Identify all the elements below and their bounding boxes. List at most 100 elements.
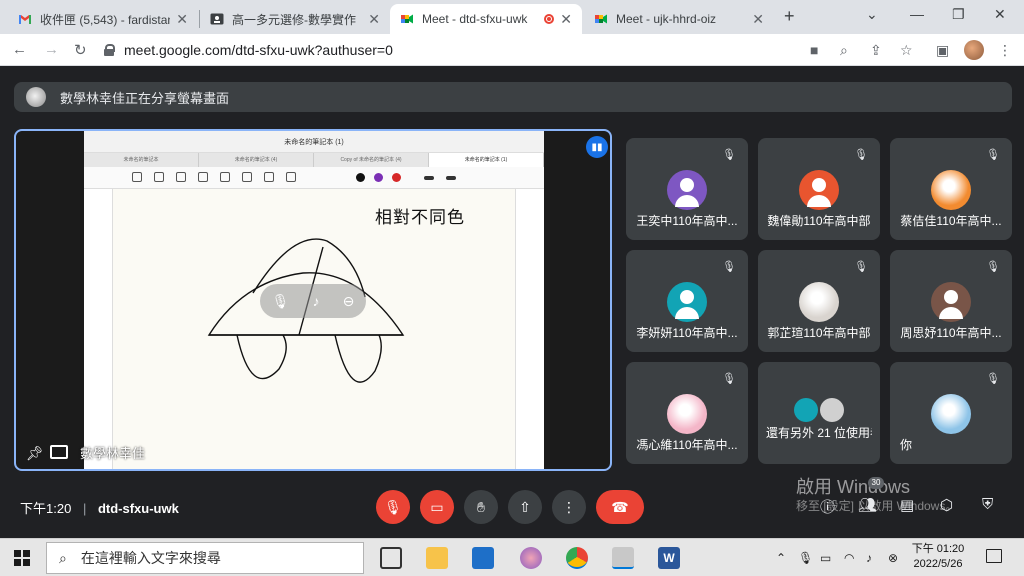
windows-start-icon[interactable] [14, 550, 30, 566]
minimize-icon[interactable]: — [910, 6, 924, 22]
taskbar-search-input[interactable]: ⌕ 在這裡輸入文字來搜尋 [46, 542, 364, 574]
participant-name: 蔡佶佳110年高中... [900, 214, 1002, 228]
close-tab-icon[interactable]: ✕ [560, 11, 572, 28]
people-count-badge: 30 [868, 477, 884, 489]
app-window-icon[interactable] [612, 547, 634, 569]
stroke-width-icon [424, 176, 434, 180]
image-tool-icon [264, 172, 274, 182]
mic-muted-icon: 🎙︎ [986, 373, 1000, 385]
mic-off-icon[interactable]: 🎙︎ [272, 293, 290, 310]
camera-toggle-button[interactable]: ▭ [420, 490, 454, 524]
presentation-tile[interactable]: 未命名的筆記本 (1) 未命名的筆記本 未命名的筆記本 (4) Copy of … [14, 129, 612, 471]
system-clock[interactable]: 下午 01:20 2022/5/26 [906, 542, 970, 572]
avatar [799, 170, 839, 210]
participant-tile[interactable]: 還有另外 21 位使用者 [758, 362, 880, 464]
profile-avatar[interactable] [964, 40, 984, 60]
menu-kebab-icon[interactable]: ⋮ [998, 42, 1012, 59]
battery-icon[interactable]: ▭ [820, 551, 831, 565]
notebook-page: 相對不同色 [112, 189, 516, 469]
participant-name: 郭芷瑄110年高中部 [767, 326, 871, 340]
mail-icon[interactable] [472, 547, 494, 569]
participant-tile[interactable]: 🎙︎ 魏偉勛110年高中部 [758, 138, 880, 240]
participant-tile[interactable]: 🎙︎ 蔡佶佳110年高中... [890, 138, 1012, 240]
avatar [931, 394, 971, 434]
mic-muted-icon: 🎙︎ [854, 261, 868, 273]
gmail-icon [18, 12, 32, 26]
pin-icon[interactable]: 📌︎ [26, 445, 44, 462]
color-black-swatch [356, 173, 365, 182]
bookmark-star-icon[interactable]: ☆ [900, 42, 913, 59]
file-explorer-icon[interactable] [426, 547, 448, 569]
tab-search-icon[interactable]: ⌄ [866, 6, 878, 23]
present-screen-icon: ⇧ [519, 498, 531, 515]
participant-name: 魏偉勛110年高中部 [767, 214, 871, 228]
remove-icon[interactable]: ⊖ [343, 293, 355, 310]
meet-control-bar: 下午1:20 | dtd-sfxu-uwk 🎙︎ ▭ ✋︎ ⇧ ⋮ ☎︎ ⓘ 👥… [0, 477, 1024, 538]
info-icon: ⓘ [820, 499, 836, 516]
avatar [667, 282, 707, 322]
mic-muted-icon: 🎙︎ [722, 373, 736, 385]
close-circle-icon[interactable]: ⊗ [888, 551, 898, 565]
side-panel-icon[interactable]: ▣ [936, 42, 949, 59]
share-icon[interactable]: ⇪ [870, 42, 882, 59]
new-tab-button[interactable]: + [784, 6, 795, 27]
paint-icon[interactable] [520, 547, 542, 569]
volume-icon[interactable]: ♪ [866, 551, 872, 565]
word-icon[interactable]: W [658, 547, 680, 569]
meeting-details-button[interactable]: ⓘ [820, 496, 835, 517]
wifi-icon[interactable]: ◠ [844, 551, 854, 565]
tab-gmail[interactable]: 收件匣 (5,543) - fardistan ✕ [8, 4, 198, 34]
participant-name: 王奕中110年高中... [636, 214, 738, 228]
more-vert-icon: ⋮ [562, 498, 576, 515]
close-tab-icon[interactable]: ✕ [752, 11, 764, 28]
participant-tile[interactable]: 🎙︎ 郭芷瑄110年高中部 [758, 250, 880, 352]
microphone-tray-icon[interactable]: 🎙︎ [798, 551, 813, 565]
tile-hover-controls: 🎙︎ ♪ ⊖ [260, 284, 366, 318]
avatar [667, 170, 707, 210]
tab-meet-active[interactable]: Meet - dtd-sfxu-uwk ✕ [390, 4, 582, 34]
tab-meet-2[interactable]: Meet - ujk-hhrd-oiz ✕ [584, 4, 774, 34]
host-controls-button[interactable]: ⛨ [982, 496, 993, 513]
close-tab-icon[interactable]: ✕ [368, 11, 380, 28]
chrome-icon[interactable] [566, 547, 588, 569]
restore-icon[interactable]: ❐ [952, 6, 965, 23]
show-hidden-icons[interactable]: ⌃ [776, 551, 786, 565]
tab-title: 高一多元選修-數學實作 [232, 12, 356, 27]
close-window-icon[interactable]: ✕ [994, 6, 1006, 23]
participant-tile[interactable]: 🎙︎ 馮心維110年高中... [626, 362, 748, 464]
back-icon[interactable]: ← [12, 41, 27, 58]
forward-icon[interactable]: → [44, 41, 59, 58]
person-icon [667, 282, 707, 322]
participant-tile[interactable]: 🎙︎ 你 [890, 362, 1012, 464]
leave-call-button[interactable]: ☎︎ [596, 490, 644, 524]
camera-icon[interactable]: ■ [810, 42, 818, 58]
mic-icon[interactable]: ♪ [313, 293, 320, 309]
reload-icon[interactable]: ↻ [74, 41, 87, 59]
participant-tile[interactable]: 🎙︎ 王奕中110年高中... [626, 138, 748, 240]
banner-text: 數學林幸佳正在分享螢幕畫面 [60, 90, 230, 106]
task-view-icon[interactable] [380, 547, 402, 569]
close-tab-icon[interactable]: ✕ [176, 11, 188, 28]
mic-toggle-button[interactable]: 🎙︎ [376, 490, 410, 524]
meeting-info: 下午1:20 | dtd-sfxu-uwk [20, 498, 179, 517]
mic-muted-icon: 🎙︎ [854, 149, 868, 161]
search-icon: ⌕ [59, 549, 67, 566]
more-options-button[interactable]: ⋮ [552, 490, 586, 524]
lock-icon [104, 44, 115, 56]
activities-button[interactable]: ⬡ [940, 496, 953, 514]
participant-name: 還有另外 21 位使用者 [766, 426, 872, 440]
url-field[interactable]: meet.google.com/dtd-sfxu-uwk?authuser=0 [104, 38, 824, 62]
zoom-icon[interactable]: ⌕ [840, 42, 848, 59]
text-tool-icon [286, 172, 296, 182]
people-button[interactable]: 👥︎ [858, 496, 877, 514]
participant-tile[interactable]: 🎙︎ 周思妤110年高中... [890, 250, 1012, 352]
activities-icon: ⬡ [940, 497, 954, 514]
notebook-tab: 未命名的筆記本 (4) [199, 153, 314, 167]
chat-button[interactable]: ▤ [900, 496, 914, 514]
participant-tile[interactable]: 🎙︎ 李妍妍110年高中... [626, 250, 748, 352]
tab-classroom[interactable]: 高一多元選修-數學實作 ✕ [200, 4, 390, 34]
present-now-button[interactable]: ⇧ [508, 490, 542, 524]
mic-muted-icon: 🎙︎ [722, 149, 736, 161]
notification-center-icon[interactable] [986, 549, 1002, 563]
raise-hand-button[interactable]: ✋︎ [464, 490, 498, 524]
